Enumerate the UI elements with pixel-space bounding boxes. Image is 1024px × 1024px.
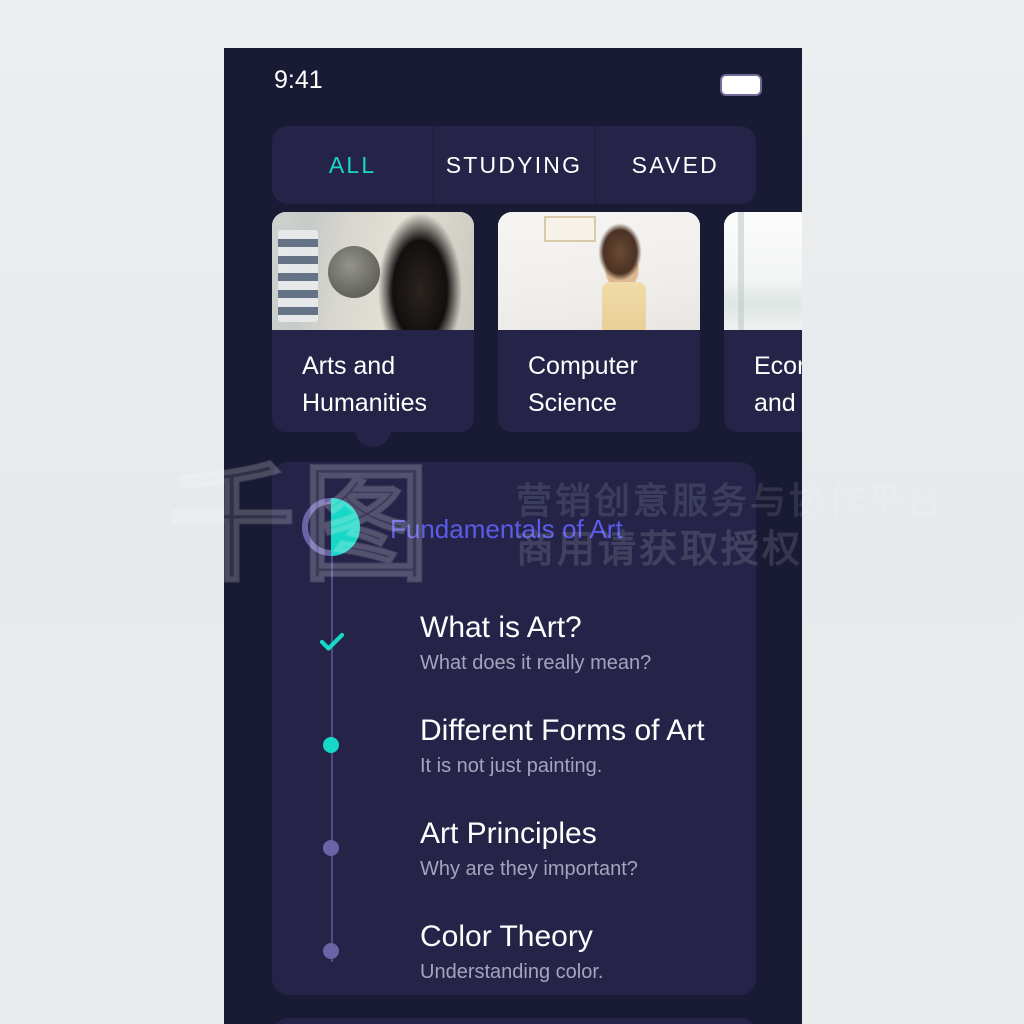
tab-studying[interactable]: STUDYING (433, 126, 594, 204)
lesson-subtitle: It is not just painting. (420, 755, 603, 777)
dot-icon (323, 840, 339, 856)
category-card-economics-and-finance[interactable]: Economics and Finance (724, 212, 802, 432)
category-card-computer-science[interactable]: Computer Science (498, 212, 700, 432)
tab-bar: ALL STUDYING SAVED (272, 126, 756, 204)
category-label: Arts and Humanities (302, 352, 428, 417)
lesson-marker (323, 943, 339, 959)
phone-screen: 9:41 ALL STUDYING SAVED Arts and Humanit… (224, 48, 802, 1024)
status-bar: 9:41 (224, 48, 802, 120)
progress-ring-fill (331, 498, 360, 556)
lesson-text: Different Forms of Art It is not just pa… (420, 713, 705, 780)
tab-all[interactable]: ALL (272, 126, 433, 204)
dot-icon (323, 943, 339, 959)
battery-icon (720, 74, 762, 96)
lesson-title: Art Principles (420, 817, 597, 850)
lesson-item[interactable]: Art Principles Why are they important? (316, 816, 736, 916)
category-thumbnail (498, 212, 700, 330)
lesson-text: Color Theory Understanding color. (420, 919, 603, 986)
lesson-text: What is Art? What does it really mean? (420, 610, 651, 677)
category-label: Computer Science (528, 352, 638, 417)
category-thumbnail (724, 212, 802, 330)
lesson-title: Color Theory (420, 920, 593, 953)
course-title: Fundamentals of Art (390, 514, 623, 544)
lesson-marker (319, 632, 345, 651)
check-icon (319, 632, 345, 651)
category-card-row[interactable]: Arts and Humanities Computer Science Eco… (272, 212, 802, 447)
woman-laptop-photo (498, 212, 700, 330)
lesson-title: Different Forms of Art (420, 714, 705, 747)
woman-painting-photo (272, 212, 474, 330)
lesson-item[interactable]: Color Theory Understanding color. (316, 919, 736, 1019)
lesson-text: Art Principles Why are they important? (420, 816, 638, 883)
dot-icon (323, 737, 339, 753)
lesson-subtitle: What does it really mean? (420, 652, 652, 674)
next-course-card[interactable] (272, 1018, 756, 1024)
lesson-marker (323, 737, 339, 753)
category-card-arts-and-humanities[interactable]: Arts and Humanities (272, 212, 474, 447)
tab-saved[interactable]: SAVED (594, 126, 756, 204)
lesson-subtitle: Understanding color. (420, 961, 604, 983)
category-thumbnail (272, 212, 474, 330)
lesson-subtitle: Why are they important? (420, 858, 638, 880)
lesson-item[interactable]: What is Art? What does it really mean? (316, 610, 736, 710)
lesson-title: What is Art? (420, 611, 582, 644)
lesson-marker (323, 840, 339, 856)
bright-window-photo (724, 212, 802, 330)
course-progress-ring (302, 498, 360, 556)
screenshot-canvas: 9:41 ALL STUDYING SAVED Arts and Humanit… (0, 0, 1024, 1024)
category-label: Economics and Finance (754, 352, 802, 417)
course-card[interactable]: Fundamentals of Art What is Art? What do… (272, 462, 756, 995)
lesson-item[interactable]: Different Forms of Art It is not just pa… (316, 713, 736, 813)
status-time: 9:41 (274, 66, 323, 94)
